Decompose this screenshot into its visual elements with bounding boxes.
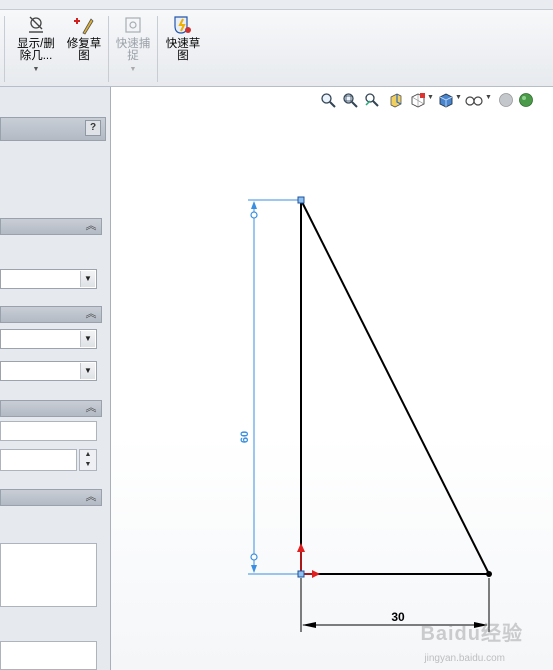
watermark-logo: Baidu经验 [420, 623, 523, 645]
sketch-geometry: 60 30 [239, 196, 492, 632]
endpoint-handle[interactable] [486, 571, 492, 577]
dimension-handle [250, 553, 258, 561]
endpoint-handle[interactable] [297, 570, 305, 578]
watermark-url: jingyan.baidu.com [424, 653, 505, 664]
vertical-dimension[interactable]: 60 [239, 199, 301, 575]
triangle-sketch[interactable] [300, 199, 490, 575]
arrowhead [251, 565, 257, 573]
endpoint-handle[interactable] [297, 196, 305, 204]
arrowhead [302, 622, 316, 628]
vertical-dimension-value: 60 [239, 431, 251, 443]
hypotenuse-sketch-line [300, 199, 490, 575]
arrowhead [251, 201, 257, 209]
dimension-handle [250, 211, 258, 219]
horizontal-dimension-value: 30 [391, 610, 405, 624]
